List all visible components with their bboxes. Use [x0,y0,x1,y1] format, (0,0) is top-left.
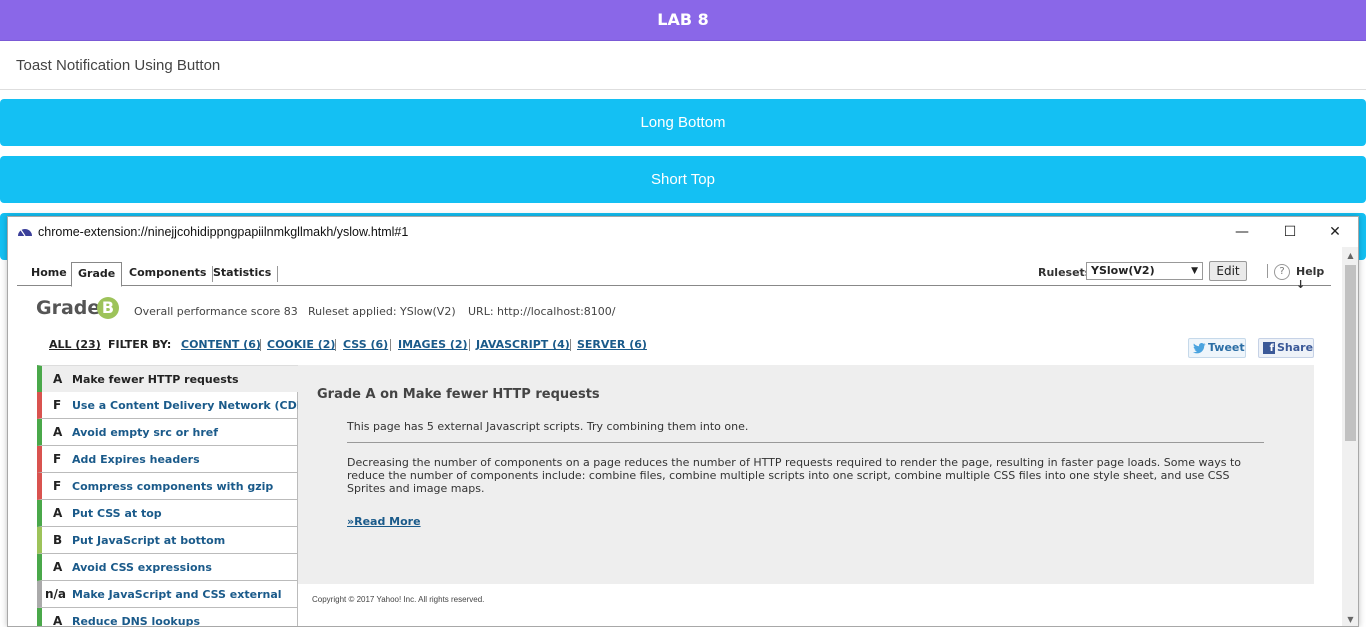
rule-row[interactable]: F Add Expires headers [37,446,298,473]
overall-score: Overall performance score 83 [134,305,298,318]
close-icon[interactable]: ✕ [1323,221,1347,243]
rule-detail-panel: Grade A on Make fewer HTTP requests This… [298,365,1314,584]
rule-row[interactable]: F Use a Content Delivery Network (CDN) [37,392,311,419]
detail-message: This page has 5 external Javascript scri… [347,420,749,433]
rulesets-label: Rulesets [1038,266,1092,279]
yslow-panel: Home Grade Components Statistics Ruleset… [17,261,1333,627]
rule-title-link[interactable]: Put JavaScript at bottom [72,534,225,547]
rule-grade: A [53,614,63,627]
analyzed-url: URL: http://localhost:8100/ [468,305,616,318]
tab-home[interactable]: Home [25,266,74,282]
twitter-bird-icon [1193,343,1206,354]
tweet-label: Tweet [1208,341,1245,354]
tweet-button[interactable]: Tweet [1188,338,1246,358]
tab-components[interactable]: Components [123,266,214,282]
rule-row[interactable]: B Put JavaScript at bottom [37,527,298,554]
scroll-up-icon[interactable]: ▲ [1342,247,1358,264]
help-icon[interactable]: ? [1274,264,1290,280]
rule-row[interactable]: A Put CSS at top [37,500,298,527]
yslow-extension-icon [18,229,32,236]
tab-grade[interactable]: Grade [71,262,123,287]
rule-list: A Make fewer HTTP requests F Use a Content … [37,365,311,627]
rule-title-link[interactable]: Avoid empty src or href [72,426,218,439]
rule-title-link[interactable]: Use a Content Delivery Network (CDN) [72,399,311,412]
rule-grade: A [53,425,63,439]
rule-row[interactable]: A Reduce DNS lookups [37,608,298,627]
chevron-down-icon: ▼ [1191,266,1198,276]
divider [469,339,470,351]
divider [260,339,261,351]
page-subtitle: Toast Notification Using Button [16,57,221,74]
divider [0,89,1366,90]
minimize-icon[interactable]: — [1230,221,1254,243]
short-top-button[interactable]: Short Top [0,156,1366,203]
scrollbar[interactable]: ▲ ▼ [1342,247,1358,626]
divider [1267,264,1268,278]
app-header: LAB 8 [0,0,1366,41]
edit-ruleset-button[interactable]: Edit [1209,261,1247,281]
long-bottom-button[interactable]: Long Bottom [0,99,1366,146]
window-url: chrome-extension://ninejjcohidippngpapii… [38,225,409,239]
rule-title-link[interactable]: Avoid CSS expressions [72,561,212,574]
help-menu[interactable]: Help ↓ [1296,265,1331,291]
filter-label: FILTER BY: [108,338,172,351]
rule-title-link[interactable]: Reduce DNS lookups [72,615,200,626]
rule-title-link[interactable]: Make fewer HTTP requests [72,373,239,386]
rule-grade: F [53,398,62,412]
rule-grade: A [53,506,63,520]
maximize-icon[interactable]: ☐ [1278,221,1302,243]
rule-title-link[interactable]: Make JavaScript and CSS external [72,588,282,601]
rule-grade: F [53,479,62,493]
tab-statistics[interactable]: Statistics [207,266,279,282]
rule-grade: A [53,372,63,386]
filter-server[interactable]: SERVER (6) [577,338,647,351]
rulesets-select[interactable]: YSlow(V2) ▼ [1086,262,1203,280]
divider [347,442,1264,443]
ruleset-applied: Ruleset applied: YSlow(V2) [308,305,456,318]
scrollbar-thumb[interactable] [1345,265,1356,441]
rule-row[interactable]: F Compress components with gzip [37,473,298,500]
detail-title: Grade A on Make fewer HTTP requests [317,387,600,402]
share-label: Share [1277,341,1314,354]
scroll-down-icon[interactable]: ▼ [1342,611,1358,626]
divider [570,339,571,351]
window-titlebar: chrome-extension://ninejjcohidippngpapii… [8,217,1358,247]
rule-title-link[interactable]: Add Expires headers [72,453,200,466]
filter-cookie[interactable]: COOKIE (2) [267,338,335,351]
read-more-link[interactable]: »Read More [347,515,421,528]
filter-images[interactable]: IMAGES (2) [398,338,468,351]
filter-content[interactable]: CONTENT (6) [181,338,261,351]
rulesets-selected-value: YSlow(V2) [1091,264,1155,277]
grade-badge: B [97,297,119,319]
rule-row[interactable]: n/a Make JavaScript and CSS external [37,581,298,608]
rule-grade: n/a [45,587,67,601]
facebook-icon: f [1263,342,1275,354]
detail-description: Decreasing the number of components on a… [347,456,1241,495]
filter-javascript[interactable]: JAVASCRIPT (4) [476,338,570,351]
filter-all[interactable]: ALL (23) [49,338,101,351]
divider [390,339,391,351]
rule-title-link[interactable]: Compress components with gzip [72,480,273,493]
yslow-tab-bar: Home Grade Components Statistics Ruleset… [17,261,1331,291]
divider [335,339,336,351]
grade-heading: Grade [36,297,101,319]
rule-row[interactable]: A Avoid empty src or href [37,419,298,446]
app-title: LAB 8 [657,10,709,29]
filter-css[interactable]: CSS (6) [343,338,388,351]
yslow-popup-window: chrome-extension://ninejjcohidippngpapii… [7,216,1359,627]
rule-grade: A [53,560,63,574]
copyright: Copyright © 2017 Yahoo! Inc. All rights … [312,595,485,604]
rule-title-link[interactable]: Put CSS at top [72,507,162,520]
rule-grade: B [53,533,63,547]
rule-grade: F [53,452,62,466]
share-button[interactable]: f Share [1258,338,1314,358]
rule-row[interactable]: A Avoid CSS expressions [37,554,298,581]
rule-row[interactable]: A Make fewer HTTP requests [37,365,298,392]
